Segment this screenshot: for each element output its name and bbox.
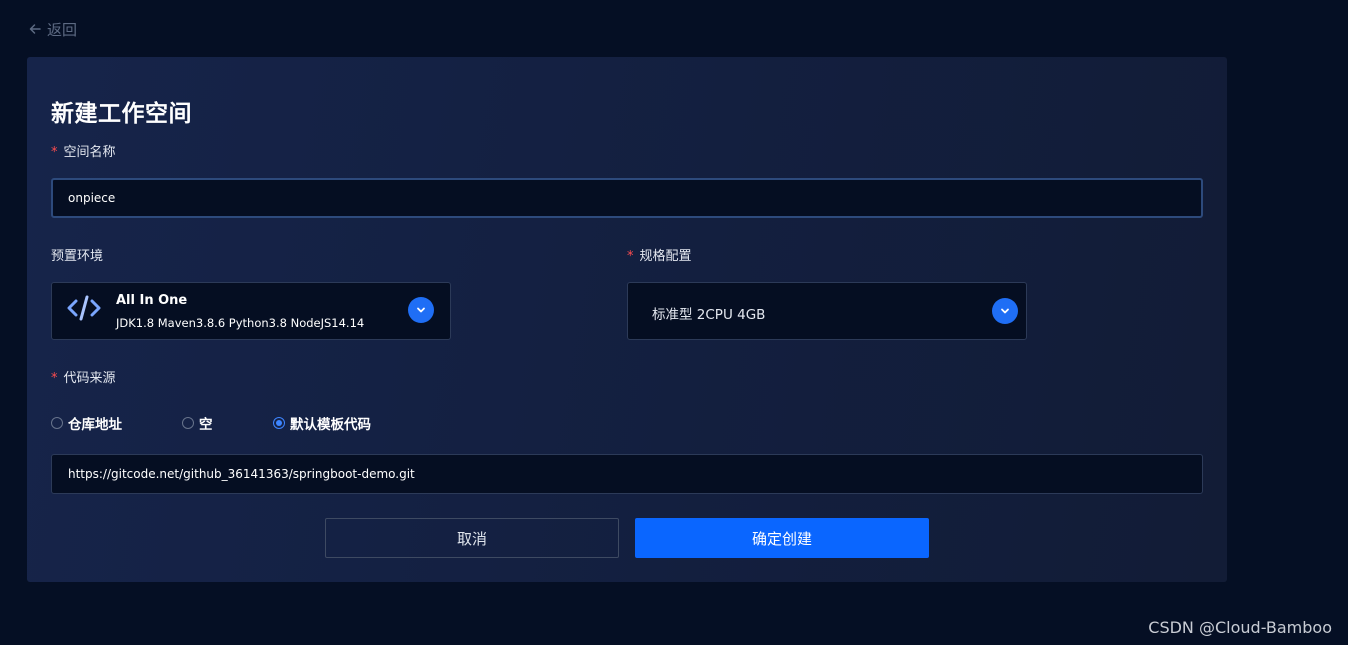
workspace-name-value: onpiece bbox=[68, 191, 116, 205]
watermark: CSDN @Cloud-Bamboo bbox=[1148, 618, 1332, 637]
code-source-label: * 代码来源 bbox=[51, 369, 116, 389]
required-mark: * bbox=[51, 371, 58, 386]
preset-env-label: 预置环境 bbox=[51, 249, 104, 264]
confirm-create-button[interactable]: 确定创建 bbox=[635, 518, 929, 558]
spec-value: 标准型 2CPU 4GB bbox=[652, 307, 766, 323]
workspace-name-label: * 空间名称 bbox=[51, 143, 116, 163]
env-description: JDK1.8 Maven3.8.6 Python3.8 NodeJS14.14 bbox=[116, 316, 365, 330]
radio-circle bbox=[51, 417, 63, 429]
radio-label: 默认模板代码 bbox=[290, 417, 371, 433]
radio-label: 空 bbox=[199, 417, 213, 433]
page-title: 新建工作空间 bbox=[51, 101, 192, 127]
create-workspace-card: 新建工作空间 * 空间名称 onpiece 预置环境 All In One JDK… bbox=[27, 57, 1227, 582]
required-mark: * bbox=[627, 249, 634, 264]
radio-circle-selected bbox=[273, 417, 285, 429]
workspace-name-input[interactable]: onpiece bbox=[51, 178, 1203, 218]
workspace-name-label-text: 空间名称 bbox=[63, 145, 116, 160]
back-label: 返回 bbox=[47, 20, 78, 39]
repo-url-input[interactable]: https://gitcode.net/github_36141363/spri… bbox=[51, 454, 1203, 494]
env-dropdown-toggle[interactable] bbox=[408, 297, 434, 323]
required-mark: * bbox=[51, 145, 58, 160]
cancel-button[interactable]: 取消 bbox=[325, 518, 619, 558]
spec-dropdown-toggle[interactable] bbox=[992, 298, 1018, 324]
spec-select[interactable]: 标准型 2CPU 4GB bbox=[627, 282, 1027, 340]
radio-label: 仓库地址 bbox=[68, 417, 122, 433]
spec-label-text: 规格配置 bbox=[639, 249, 692, 264]
chevron-down-icon bbox=[1001, 308, 1009, 314]
back-link[interactable]: 返回 bbox=[28, 18, 77, 40]
preset-env-select[interactable]: All In One JDK1.8 Maven3.8.6 Python3.8 N… bbox=[51, 282, 451, 340]
radio-repo-url[interactable]: 仓库地址 bbox=[51, 413, 122, 433]
chevron-down-icon bbox=[417, 307, 425, 313]
spec-label: * 规格配置 bbox=[627, 247, 692, 267]
arrow-left-icon bbox=[29, 24, 41, 34]
radio-default-template[interactable]: 默认模板代码 bbox=[273, 413, 371, 433]
radio-circle bbox=[182, 417, 194, 429]
radio-empty[interactable]: 空 bbox=[182, 413, 213, 433]
code-icon bbox=[67, 295, 101, 321]
env-name: All In One bbox=[116, 293, 188, 308]
repo-url-value: https://gitcode.net/github_36141363/spri… bbox=[68, 467, 415, 481]
code-source-label-text: 代码来源 bbox=[63, 371, 116, 386]
